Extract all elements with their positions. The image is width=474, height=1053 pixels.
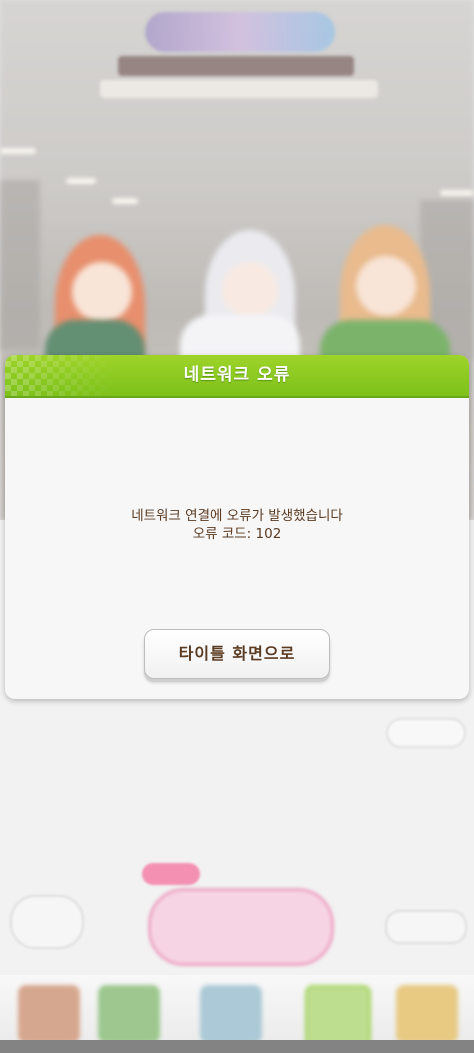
error-message-text: 네트워크 연결에 오류가 발생했습니다 [131,508,343,524]
dialog-header: 네트워크 오류 [5,355,469,398]
network-error-dialog: 네트워크 오류 네트워크 연결에 오류가 발생했습니다 오류 코드: 102 타… [5,355,469,699]
error-message: 네트워크 연결에 오류가 발생했습니다 오류 코드: 102 [5,507,469,543]
error-code-text: 오류 코드: 102 [192,526,282,542]
return-to-title-button[interactable]: 타이틀 화면으로 [144,629,330,679]
dialog-title: 네트워크 오류 [183,365,291,385]
